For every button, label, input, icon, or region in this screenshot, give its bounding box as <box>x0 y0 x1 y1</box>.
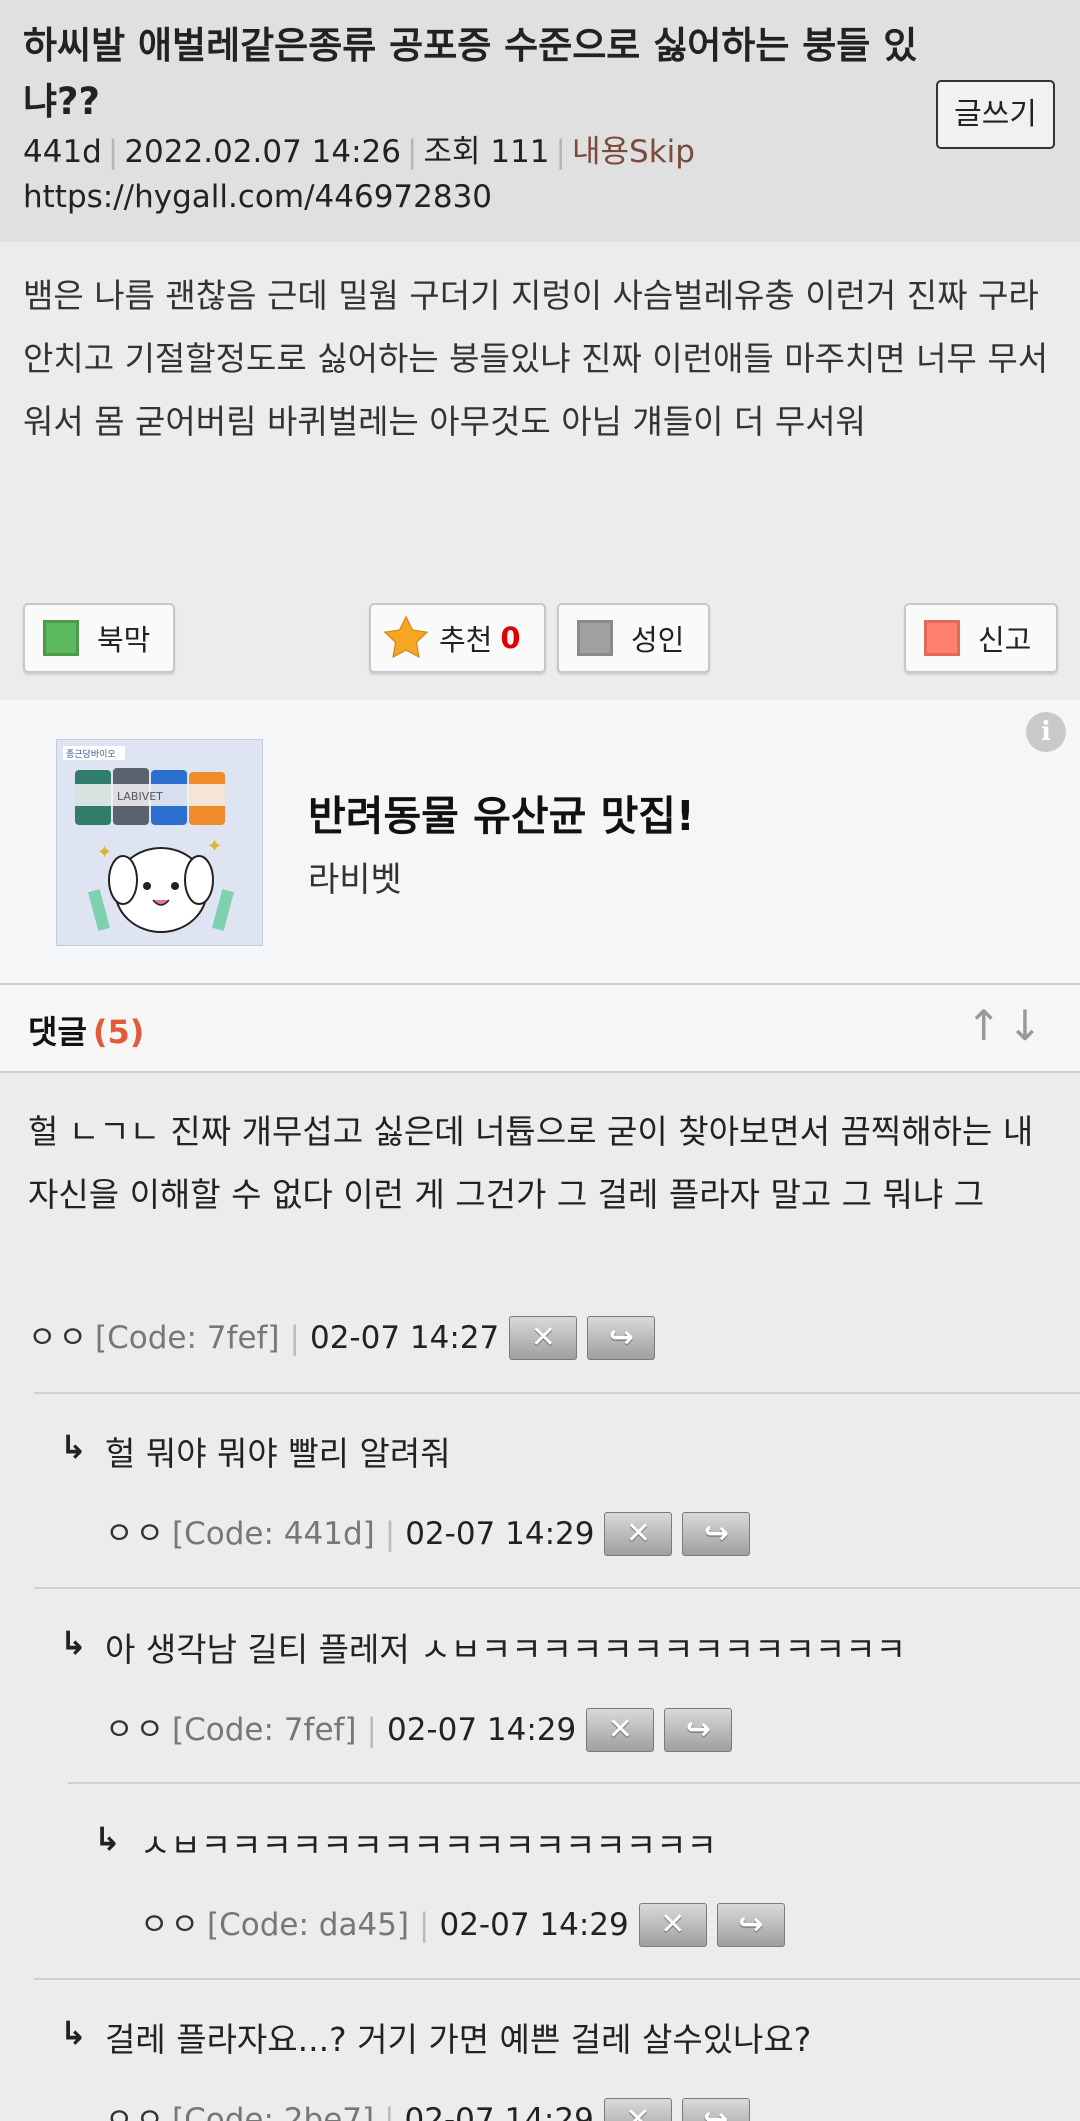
delete-comment-button[interactable]: ✕ <box>509 1316 578 1360</box>
comment-code: [Code: 441d] <box>172 1516 375 1552</box>
comments-label: 댓글 (5) <box>28 1007 144 1053</box>
ad-product-image[interactable]: 종근당바이오 LABIVET ✦ ✦ <box>56 739 263 946</box>
comment-time: 02-07 14:27 <box>309 1320 500 1356</box>
reply-arrow-icon: ↳ <box>94 1820 121 1858</box>
star-icon <box>383 615 429 659</box>
comment-text: ㅅㅂㅋㅋㅋㅋㅋㅋㅋㅋㅋㅋㅋㅋㅋㅋㅋㅋㅋ <box>140 1826 717 1865</box>
delete-comment-button[interactable]: ✕ <box>638 1903 707 1947</box>
post-header: 하씨발 애벌레같은종류 공포증 수준으로 싫어하는 붕들 있냐?? 글쓰기 44… <box>0 0 1080 242</box>
comment-text: 아 생각남 길티 플레저 ㅅㅂㅋㅋㅋㅋㅋㅋㅋㅋㅋㅋㅋㅋㅋㅋ <box>105 1630 906 1669</box>
comment-divider <box>68 1782 1080 1784</box>
block-label: 북막 <box>97 623 151 657</box>
comment-nick: ㅇㅇ <box>28 1320 90 1356</box>
report-label: 신고 <box>978 623 1032 657</box>
svg-text:✦: ✦ <box>207 836 222 857</box>
recommend-button[interactable]: 추천 0 <box>369 603 546 673</box>
green-square-icon <box>43 620 79 656</box>
delete-comment-button[interactable]: ✕ <box>586 1708 655 1752</box>
reply-comment-button[interactable]: ↪ <box>587 1316 656 1360</box>
block-button[interactable]: 북막 <box>23 603 175 673</box>
comment-time: 02-07 14:29 <box>386 1712 577 1748</box>
comment-meta: ㅇㅇ [Code: 441d] | 02-07 14:29 ✕ ↪ <box>105 1512 751 1556</box>
view-count: 조회 111 <box>423 134 550 170</box>
sort-arrows-icon[interactable]: ↑↓ <box>966 1001 1048 1050</box>
post-datetime: 2022.02.07 14:26 <box>124 134 401 170</box>
ad-title[interactable]: 반려동물 유산균 맛집! <box>308 782 695 842</box>
reply-arrow-icon: ↳ <box>60 2014 87 2052</box>
delete-comment-button[interactable]: ✕ <box>603 2098 672 2121</box>
comment-nick: ㅇㅇ <box>105 2102 167 2121</box>
post-title: 하씨발 애벌레같은종류 공포증 수준으로 싫어하는 붕들 있냐?? <box>23 24 918 123</box>
comment-nick: ㅇㅇ <box>140 1907 202 1943</box>
red-square-icon <box>924 620 960 656</box>
comment-code: [Code: 7fef] <box>172 1712 357 1748</box>
comments-title: 댓글 <box>28 1013 87 1051</box>
comment-divider <box>34 1587 1080 1589</box>
gray-square-icon <box>577 620 613 656</box>
comments-count: (5) <box>92 1013 145 1051</box>
info-icon[interactable]: i <box>1026 712 1066 752</box>
comment-code: [Code: da45] <box>207 1907 410 1943</box>
reply-arrow-icon: ↳ <box>60 1624 87 1662</box>
comment-meta: ㅇㅇ [Code: 7fef] | 02-07 14:27 ✕ ↪ <box>28 1316 656 1360</box>
post-meta: 441d | 2022.02.07 14:26 | 조회 111 | 내용Skip <box>23 134 695 170</box>
comment-meta: ㅇㅇ [Code: 7fef] | 02-07 14:29 ✕ ↪ <box>105 1708 733 1752</box>
post-body: 뱀은 나름 괜찮음 근데 밀웜 구더기 지렁이 사슴벌레유충 이런거 진짜 구라… <box>23 276 1049 441</box>
post-url[interactable]: https://hygall.com/446972830 <box>23 177 492 217</box>
comment-time: 02-07 14:29 <box>404 2102 594 2121</box>
comment-code: [Code: 2be7] <box>172 2102 375 2121</box>
reply-arrow-icon: ↳ <box>60 1428 87 1466</box>
write-button[interactable]: 글쓰기 <box>936 80 1055 149</box>
recommend-label: 추천 <box>439 623 493 657</box>
comment-meta: ㅇㅇ [Code: da45] | 02-07 14:29 ✕ ↪ <box>140 1903 785 1947</box>
comment-time: 02-07 14:29 <box>405 1516 595 1552</box>
comment-divider <box>34 1978 1080 1980</box>
reply-comment-button[interactable]: ↪ <box>682 1512 751 1556</box>
comment-nick: ㅇㅇ <box>105 1516 167 1552</box>
delete-comment-button[interactable]: ✕ <box>604 1512 673 1556</box>
reply-comment-button[interactable]: ↪ <box>681 2098 750 2121</box>
comments-header: 댓글 (5) ↑↓ <box>0 983 1080 1073</box>
ad-banner[interactable]: 종근당바이오 LABIVET ✦ ✦ 반려동물 유산균 맛집! 라비벳 <box>0 700 1080 983</box>
comment-nick: ㅇㅇ <box>105 1712 167 1748</box>
ad-image-product-text: LABIVET <box>117 790 163 803</box>
adult-button[interactable]: 성인 <box>557 603 710 673</box>
comment-code: [Code: 7fef] <box>95 1320 280 1356</box>
reply-comment-button[interactable]: ↪ <box>716 1903 785 1947</box>
comment-text: 헐 뭐야 뭐야 빨리 알려줘 <box>105 1434 451 1473</box>
ad-image-brand-text: 종근당바이오 <box>66 749 116 760</box>
svg-text:✦: ✦ <box>97 842 112 863</box>
comment-time: 02-07 14:29 <box>439 1907 629 1943</box>
reply-comment-button[interactable]: ↪ <box>664 1708 733 1752</box>
comment-text: 걸레 플라자요...? 거기 가면 예쁜 걸레 살수있나요? <box>105 2020 812 2059</box>
report-button[interactable]: 신고 <box>904 603 1058 673</box>
adult-label: 성인 <box>631 623 685 657</box>
comment-meta: ㅇㅇ [Code: 2be7] | 02-07 14:29 ✕ ↪ <box>105 2098 750 2121</box>
recommend-count: 0 <box>500 621 521 655</box>
ad-subtitle[interactable]: 라비벳 <box>308 852 402 901</box>
author-code: 441d <box>23 134 102 170</box>
comment-divider <box>34 1392 1080 1394</box>
skip-content-link[interactable]: 내용Skip <box>572 134 695 170</box>
comment-text: 헐 ㄴㄱㄴ 진짜 개무섭고 싫은데 너튭으로 굳이 찾아보면서 끔찍해하는 내 … <box>28 1112 1034 1214</box>
